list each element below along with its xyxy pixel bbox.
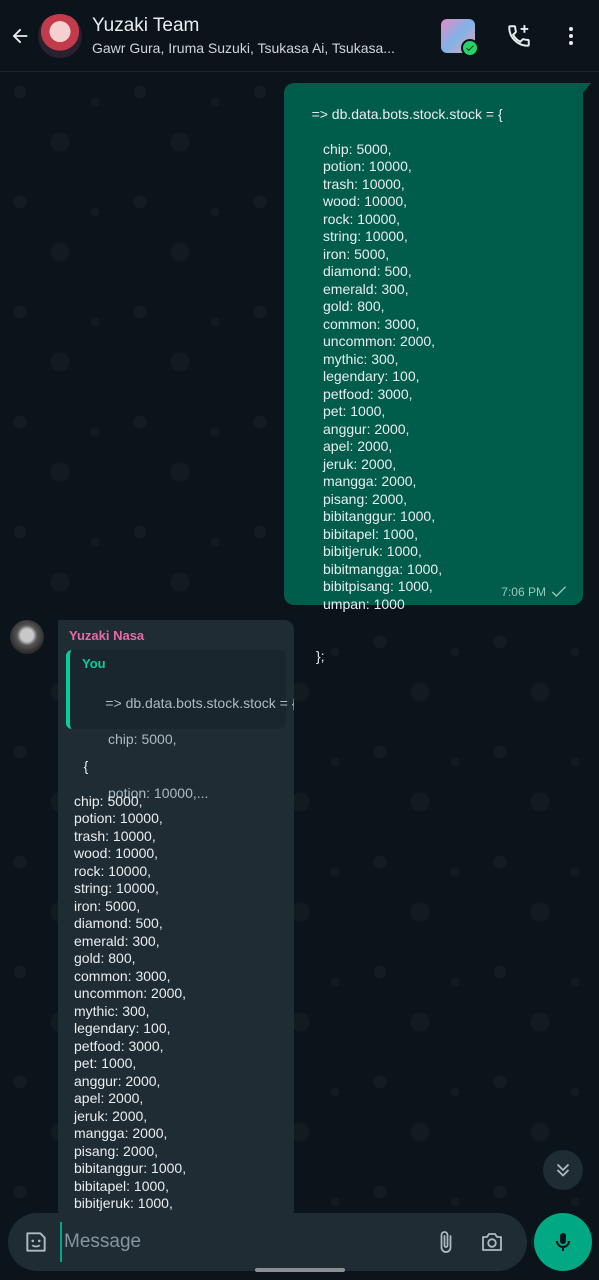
code-line: apel: 2000,	[74, 1090, 144, 1106]
code-line: anggur: 2000,	[323, 420, 410, 437]
code-line: rock: 10000,	[74, 862, 152, 879]
code-line: gold: 800,	[323, 298, 385, 314]
quote-line-1: => db.data.bots.stock.stock = {	[105, 695, 294, 711]
code-line: bibitanggur: 1000,	[74, 1160, 187, 1176]
code-line: trash: 10000,	[323, 175, 405, 192]
outgoing-message[interactable]: => db.data.bots.stock.stock = { chip: 50…	[284, 83, 591, 664]
code-line: jeruk: 2000,	[74, 1107, 148, 1124]
code-line: common: 3000,	[74, 967, 171, 984]
code-line: emerald: 300,	[74, 932, 160, 949]
code-line: apel: 2000,	[323, 438, 393, 454]
code-line: uncommon: 2000,	[74, 985, 187, 1001]
code-items: chip: 5000, potion: 10000, trash: 10000, wo…	[68, 793, 286, 1221]
paperclip-icon	[440, 1231, 452, 1253]
microphone-icon	[556, 1233, 570, 1251]
arrow-left-icon	[12, 28, 28, 43]
more-vertical-icon	[569, 27, 573, 45]
sender-name[interactable]: Yuzaki Nasa	[69, 628, 286, 643]
code-line: mythic: 300,	[74, 1002, 150, 1019]
scroll-to-bottom-button[interactable]	[543, 1150, 583, 1190]
check-icon	[461, 39, 479, 57]
back-button[interactable]	[2, 0, 38, 72]
group-name: Yuzaki Team	[92, 15, 200, 36]
single-check-icon	[551, 586, 567, 597]
code-line: bibitanggur: 1000,	[323, 508, 436, 524]
sticker-icon	[26, 1232, 46, 1252]
code-line: bibitapel: 1000,	[323, 525, 418, 542]
code-line: potion: 10000,	[323, 158, 412, 174]
code-line: anggur: 2000,	[74, 1072, 161, 1089]
code-line: uncommon: 2000,	[323, 333, 436, 349]
code-line: petfood: 3000,	[323, 385, 413, 402]
code-line: mangga: 2000,	[323, 473, 417, 489]
message-time: 7:06 PM	[501, 585, 546, 599]
incoming-message[interactable]: Yuzaki Nasa You => db.data.bots.stock.st…	[58, 620, 294, 1220]
code-line: gold: 800,	[74, 950, 136, 966]
group-title-block[interactable]: Yuzaki Team Gawr Gura, Iruma Suzuki, Tsu…	[92, 15, 422, 56]
voice-message-button[interactable]	[534, 1213, 592, 1271]
add-call-button[interactable]	[503, 20, 535, 52]
code-line: emerald: 300,	[323, 280, 409, 297]
code-line: trash: 10000,	[74, 827, 156, 844]
group-avatar[interactable]	[38, 13, 82, 58]
sticker-button[interactable]	[12, 1213, 60, 1271]
code-line: iron: 5000,	[74, 897, 141, 914]
code-items: chip: 5000, potion: 10000, trash: 10000, wo…	[296, 141, 571, 614]
code-line: chip: 5000,	[323, 140, 392, 157]
code-line: bibitjeruk: 1000,	[323, 543, 422, 559]
code-line: pet: 1000,	[74, 1055, 137, 1071]
code-line: pisang: 2000,	[74, 1142, 159, 1159]
code-line: string: 10000,	[74, 880, 159, 896]
code-closing: };	[316, 648, 325, 664]
code-line: petfood: 3000,	[74, 1037, 164, 1054]
code-line: pet: 1000,	[323, 403, 386, 419]
code-line: pisang: 2000,	[323, 490, 408, 507]
attach-button[interactable]	[423, 1213, 469, 1271]
code-open-brace: {	[83, 757, 89, 774]
code-line: legendary: 100,	[74, 1020, 171, 1036]
camera-icon	[482, 1233, 502, 1251]
menu-button[interactable]	[555, 20, 587, 52]
message-composer	[8, 1213, 527, 1271]
code-line: legendary: 100,	[323, 368, 420, 384]
code-line: mythic: 300,	[323, 350, 399, 367]
incoming-message-text: { chip: 5000, potion: 10000, trash: 10000,…	[66, 740, 286, 1221]
code-line: wood: 10000,	[74, 845, 159, 861]
sender-avatar[interactable]	[10, 620, 44, 654]
group-members: Gawr Gura, Iruma Suzuki, Tsukasa Ai, Tsu…	[92, 40, 395, 56]
code-line: string: 10000,	[323, 228, 408, 244]
code-line: jeruk: 2000,	[323, 455, 397, 472]
outgoing-message-text: => db.data.bots.stock.stock = { chip: 50…	[296, 88, 571, 701]
code-line: potion: 10000,	[74, 810, 163, 826]
camera-button[interactable]	[469, 1213, 515, 1271]
chevron-double-down-icon	[556, 1163, 570, 1177]
code-first-line: => db.data.bots.stock.stock = {	[311, 105, 503, 122]
video-call-thumbnail[interactable]	[441, 19, 479, 57]
code-line: wood: 10000,	[323, 193, 408, 209]
code-line: bibitjeruk: 1000,	[74, 1195, 173, 1211]
quote-author: You	[82, 656, 106, 671]
code-line: common: 3000,	[323, 315, 420, 332]
code-line: iron: 5000,	[323, 245, 390, 262]
home-indicator	[255, 1268, 345, 1272]
phone-plus-icon	[508, 25, 530, 47]
code-line: rock: 10000,	[323, 210, 401, 227]
code-line: mangga: 2000,	[74, 1125, 168, 1141]
code-line: bibitmangga: 1000,	[323, 560, 443, 577]
message-input[interactable]	[60, 1222, 423, 1262]
code-line: bibitapel: 1000,	[74, 1177, 169, 1194]
quoted-message[interactable]: You => db.data.bots.stock.stock = { chip…	[66, 650, 294, 801]
message-meta: 7:06 PM	[501, 585, 567, 599]
code-line: diamond: 500,	[323, 263, 412, 279]
code-line: diamond: 500,	[74, 915, 163, 931]
